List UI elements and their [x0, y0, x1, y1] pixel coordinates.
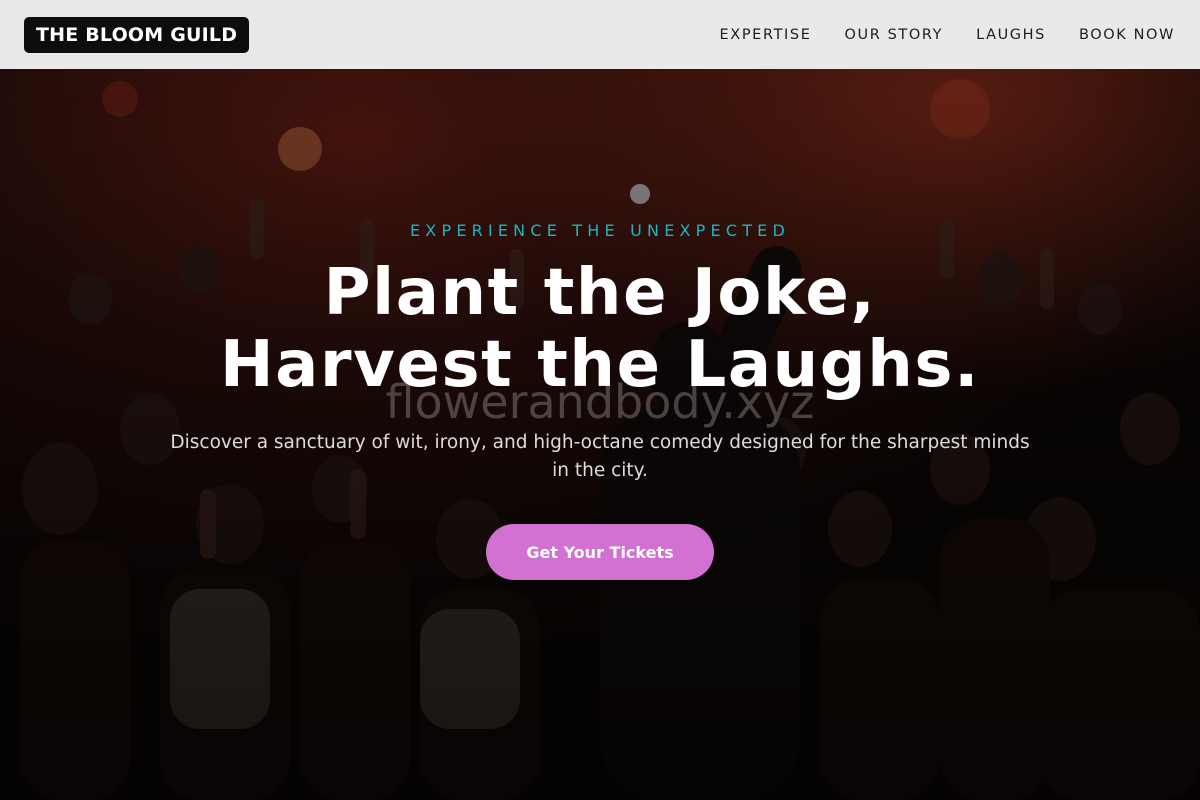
hero-title-line1: Plant the Joke, [323, 256, 877, 330]
nav-link-laughs[interactable]: LAUGHS [976, 27, 1046, 43]
main-nav: EXPERTISE OUR STORY LAUGHS BOOK NOW [720, 27, 1176, 43]
hero-title-line2: Harvest the Laughs. [220, 328, 980, 402]
nav-link-our-story[interactable]: OUR STORY [844, 27, 943, 43]
hero-title: Plant the Joke, Harvest the Laughs. [0, 257, 1200, 401]
nav-link-expertise[interactable]: EXPERTISE [720, 27, 812, 43]
hero-subtitle: Discover a sanctuary of wit, irony, and … [170, 432, 1030, 481]
hero-eyebrow: EXPERIENCE THE UNEXPECTED [410, 221, 790, 240]
site-header: THE BLOOM GUILD EXPERTISE OUR STORY LAUG… [0, 0, 1200, 69]
get-tickets-button[interactable]: Get Your Tickets [486, 524, 714, 580]
hero-section: flowerandbody.xyz EXPERIENCE THE UNEXPEC… [0, 69, 1200, 800]
nav-link-book-now[interactable]: BOOK NOW [1079, 27, 1175, 43]
site-logo[interactable]: THE BLOOM GUILD [24, 16, 250, 53]
